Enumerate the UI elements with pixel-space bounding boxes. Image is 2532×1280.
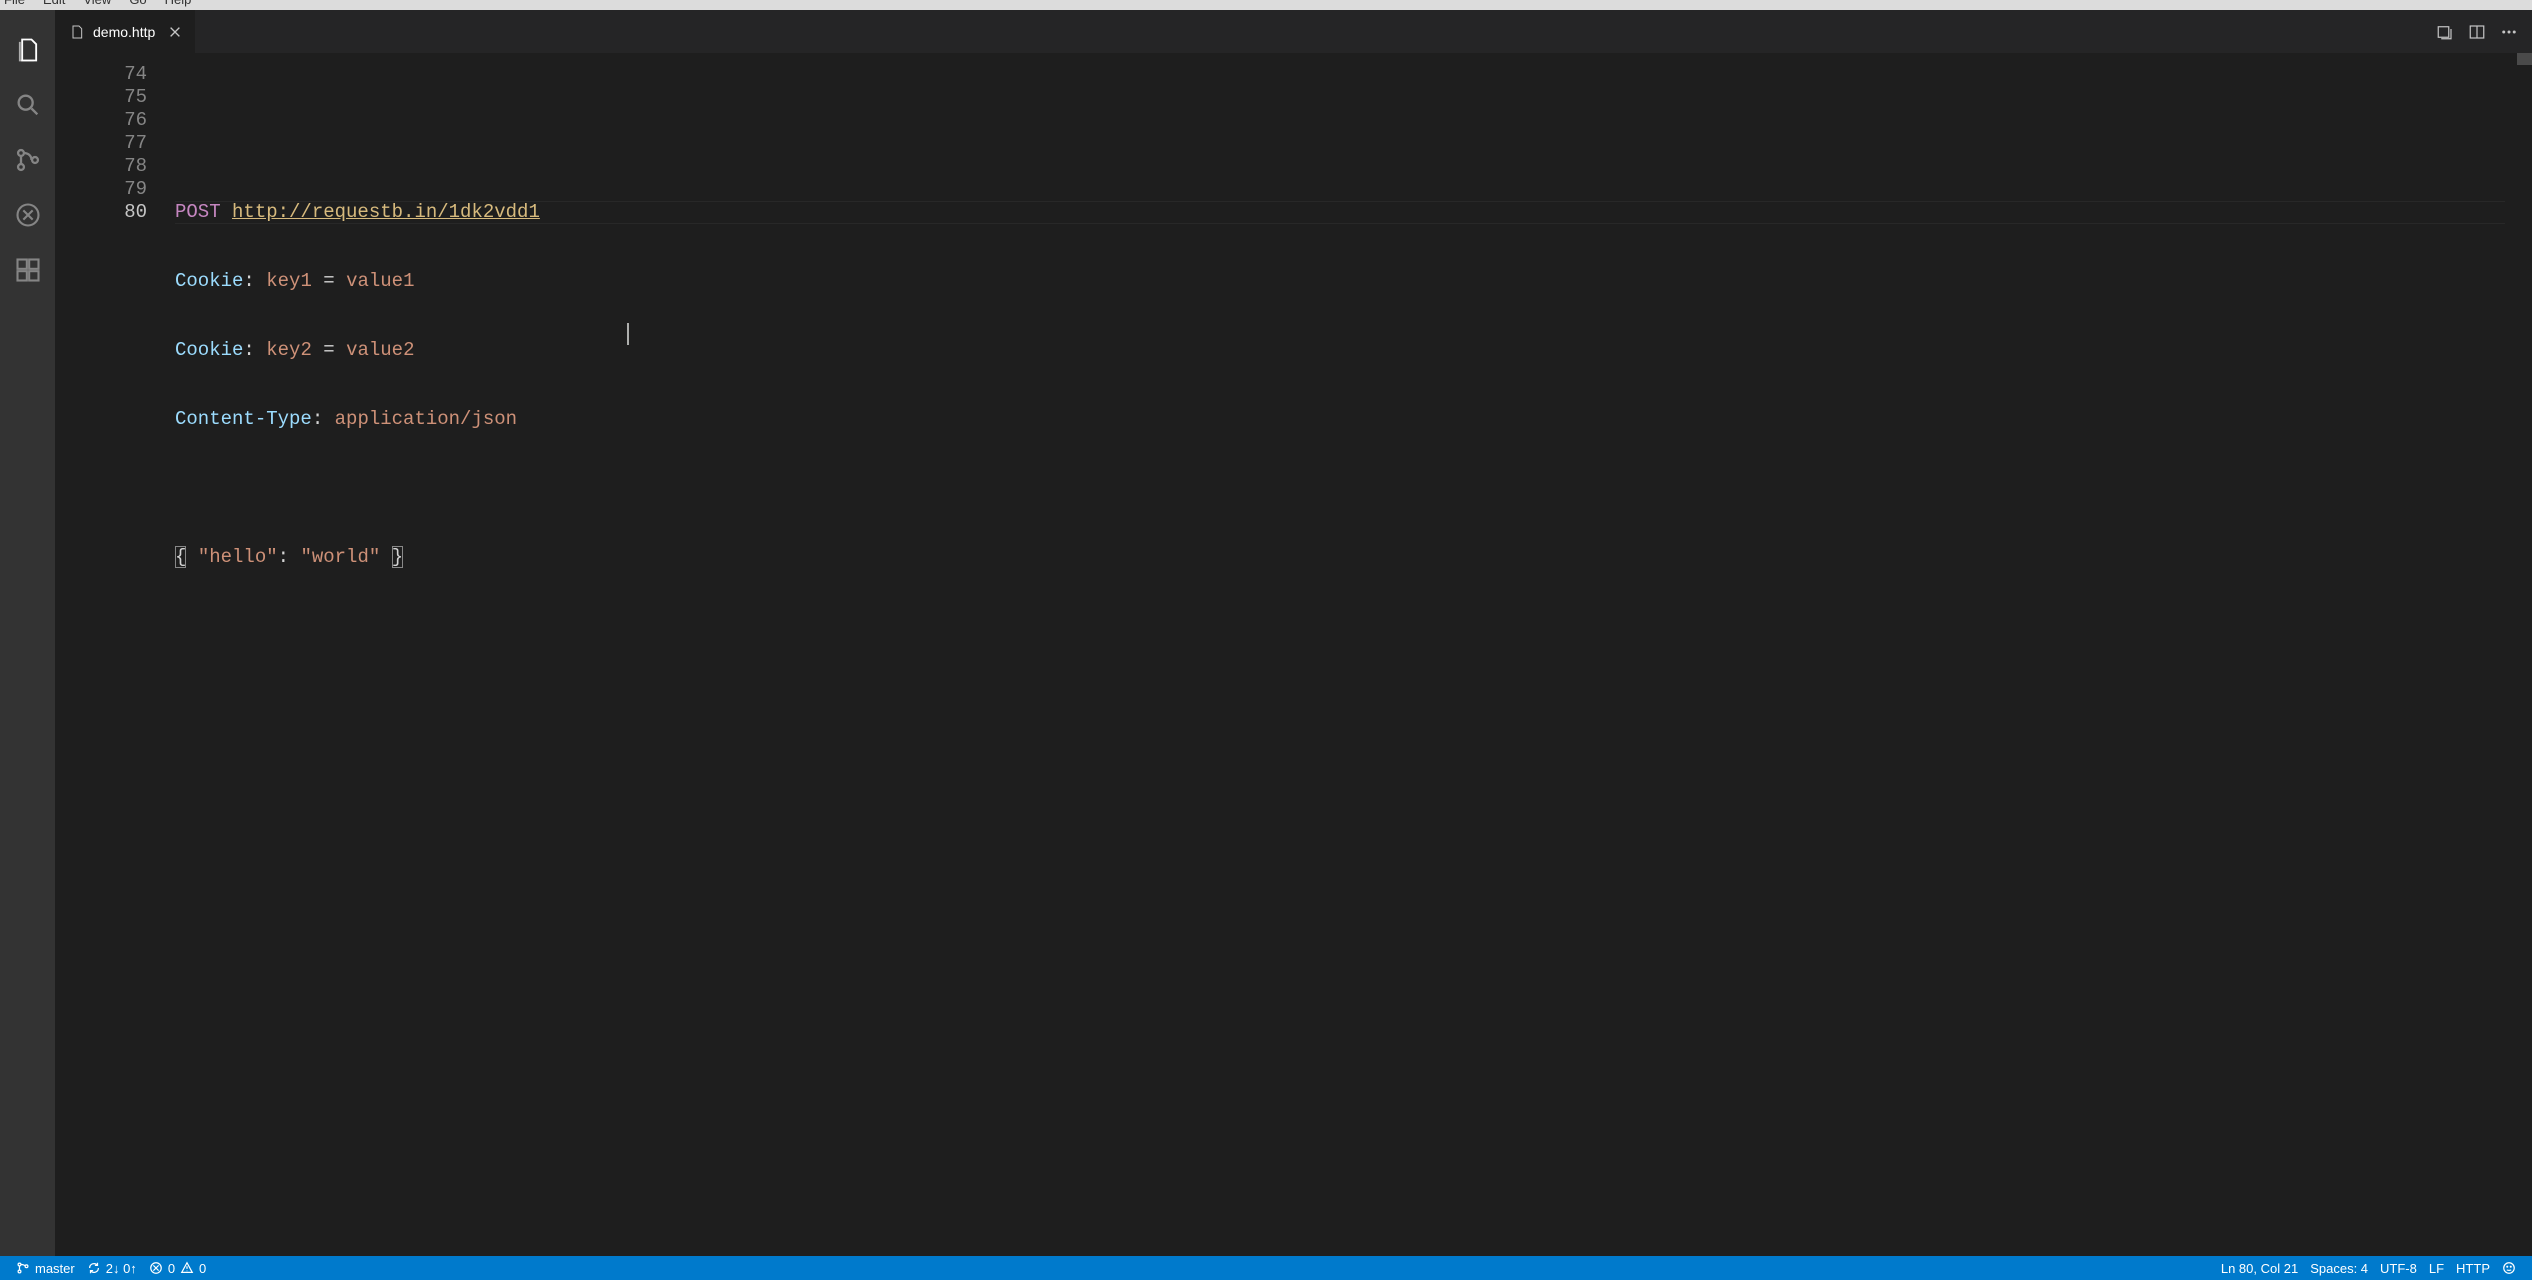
line-number: 74 (55, 63, 147, 86)
text-cursor-icon (627, 323, 629, 345)
line-number: 79 (55, 178, 147, 201)
status-bar: master 2↓ 0↑ 0 0 Ln 80, Col 21 Spaces: 4… (0, 1256, 2532, 1280)
activity-bar (0, 10, 55, 1256)
code-content[interactable]: POST http://requestb.in/1dk2vdd1 Cookie:… (175, 53, 2517, 1256)
status-problems[interactable]: 0 0 (143, 1256, 212, 1280)
status-cursor-pos[interactable]: Ln 80, Col 21 (2215, 1256, 2304, 1280)
split-editor-icon[interactable] (2468, 23, 2486, 41)
status-sync[interactable]: 2↓ 0↑ (81, 1256, 143, 1280)
tab-bar: demo.http (55, 10, 2532, 53)
error-icon (149, 1261, 163, 1275)
tab-demo-http[interactable]: demo.http (55, 10, 196, 53)
search-icon[interactable] (0, 77, 55, 132)
branch-name: master (35, 1261, 75, 1276)
status-feedback[interactable] (2496, 1256, 2522, 1280)
editor-body[interactable]: 74 75 76 77 78 79 80 POST http://request… (55, 53, 2532, 1256)
menu-help[interactable]: Help (165, 0, 192, 7)
tab-spacer (196, 10, 2436, 53)
current-line-highlight (175, 201, 2505, 224)
more-actions-icon[interactable] (2500, 23, 2518, 41)
code-line: { "hello": "world" } (175, 546, 2517, 569)
status-encoding[interactable]: UTF-8 (2374, 1256, 2423, 1280)
line-number: 78 (55, 155, 147, 178)
sync-icon (87, 1261, 101, 1275)
code-line (175, 132, 2517, 155)
editor-actions (2436, 10, 2532, 53)
smiley-icon (2502, 1261, 2516, 1275)
warning-icon (180, 1261, 194, 1275)
menu-bar: File Edit View Go Help (0, 0, 2532, 10)
status-eol[interactable]: LF (2423, 1256, 2450, 1280)
code-line: Cookie: key1 = value1 (175, 270, 2517, 293)
source-control-icon[interactable] (0, 132, 55, 187)
line-gutter: 74 75 76 77 78 79 80 (55, 53, 175, 1256)
warning-count: 0 (199, 1261, 206, 1276)
main-area: demo.http 74 75 (0, 10, 2532, 1256)
file-icon (69, 24, 85, 40)
status-branch[interactable]: master (10, 1256, 81, 1280)
git-branch-icon (16, 1261, 30, 1275)
error-count: 0 (168, 1261, 175, 1276)
status-language[interactable]: HTTP (2450, 1256, 2496, 1280)
sync-text: 2↓ 0↑ (106, 1261, 137, 1276)
debug-icon[interactable] (0, 187, 55, 242)
menu-edit[interactable]: Edit (43, 0, 65, 7)
code-line: Cookie: key2 = value2 (175, 339, 2517, 362)
line-number: 77 (55, 132, 147, 155)
status-indent[interactable]: Spaces: 4 (2304, 1256, 2374, 1280)
line-number: 80 (55, 201, 147, 224)
editor-scrollbar[interactable] (2517, 53, 2532, 1256)
menu-go[interactable]: Go (129, 0, 146, 7)
menu-file[interactable]: File (4, 0, 25, 7)
code-line (175, 477, 2517, 500)
close-tab-icon[interactable] (167, 24, 183, 40)
tab-label: demo.http (93, 24, 155, 40)
line-number: 76 (55, 109, 147, 132)
extensions-icon[interactable] (0, 242, 55, 297)
editor: demo.http 74 75 (55, 10, 2532, 1256)
menu-view[interactable]: View (83, 0, 111, 7)
line-number: 75 (55, 86, 147, 109)
code-line: Content-Type: application/json (175, 408, 2517, 431)
diff-review-icon[interactable] (2436, 23, 2454, 41)
overview-ruler-mark (2517, 53, 2532, 65)
explorer-icon[interactable] (0, 22, 55, 77)
